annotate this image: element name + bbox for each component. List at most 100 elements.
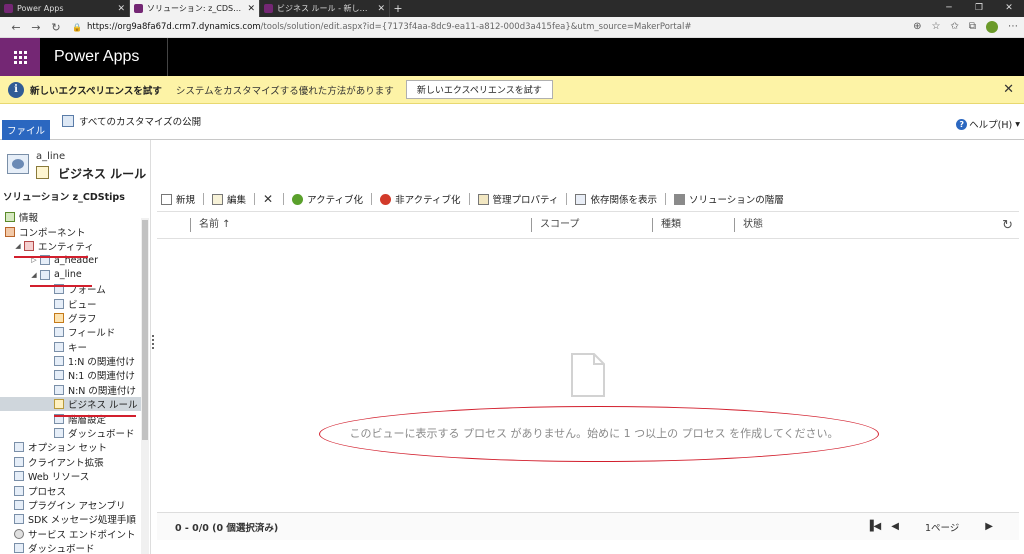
first-page-icon[interactable]: ▐◀	[866, 521, 881, 532]
tree-item-dashboards[interactable]: ダッシュボード	[0, 541, 141, 554]
tree-item-a-line[interactable]: ◢ a_line	[0, 268, 141, 282]
tree-item-label: サービス エンドポイント	[28, 529, 136, 541]
business-rule-icon	[36, 166, 49, 179]
help-menu[interactable]: ? ヘルプ(H) ▾	[956, 117, 1020, 131]
dashboard-icon	[14, 543, 24, 554]
app-launcher-waffle-icon[interactable]	[0, 38, 40, 76]
toolbar-separator	[468, 193, 470, 205]
tree-item-sdk-steps[interactable]: SDK メッセージ処理手順	[0, 512, 141, 526]
tree-item-label: 階層設定	[68, 414, 107, 426]
notice-message: システムをカスタマイズする優れた方法があります	[175, 85, 394, 97]
properties-icon	[477, 193, 489, 205]
address-bar: ← → ↻ 🔒 https://org9a8fa67d.crm7.dynamic…	[0, 17, 1024, 38]
toolbar-separator	[566, 193, 568, 205]
annotation-underline-entities	[14, 256, 88, 258]
tree-item-label: オプション セット	[28, 443, 108, 455]
tree-item-charts[interactable]: グラフ	[0, 311, 141, 325]
restore-icon[interactable]: ❐	[964, 0, 994, 17]
collapse-triangle-icon[interactable]: ◢	[30, 271, 38, 279]
tree-item-fields[interactable]: フィールド	[0, 325, 141, 339]
column-header-scope[interactable]: スコープ	[531, 218, 579, 232]
tree-item-plugin-assemblies[interactable]: プラグイン アセンブリ	[0, 498, 141, 512]
properties-label: 管理プロパティ	[492, 195, 559, 206]
tree-item-option-sets[interactable]: オプション セット	[0, 440, 141, 454]
favorites-icon[interactable]: ✩	[950, 21, 958, 33]
relationship-icon	[54, 384, 64, 395]
tree-item-processes[interactable]: プロセス	[0, 483, 141, 498]
tree-item-keys[interactable]: キー	[0, 340, 141, 354]
tab-title: ソリューション: z_CDStips - Microsoft	[147, 4, 244, 13]
column-header-type[interactable]: 種類	[652, 218, 681, 232]
url-field[interactable]: 🔒 https://org9a8fa67d.crm7.dynamics.com /…	[72, 22, 691, 32]
tree-item-label: エンティティ	[38, 241, 94, 253]
header-divider	[167, 38, 169, 76]
more-icon[interactable]: ⋯	[1008, 21, 1018, 33]
next-page-icon[interactable]: ▶	[985, 521, 993, 532]
tree-item-service-endpoints[interactable]: サービス エンドポイント	[0, 527, 141, 541]
tab-close-icon[interactable]: ✕	[247, 4, 255, 14]
tree-item-client-extensions[interactable]: クライアント拡張	[0, 455, 141, 469]
tree-item-nn-relationships[interactable]: N:N の関連付け	[0, 383, 141, 397]
previous-page-icon[interactable]: ◀	[891, 521, 899, 532]
refresh-icon[interactable]: ↻	[46, 21, 66, 34]
entity-name: a_line	[36, 151, 66, 162]
tree-item-n1-relationships[interactable]: N:1 の関連付け	[0, 368, 141, 382]
pager: ▐◀ ◀ 1ページ ▶	[866, 520, 993, 534]
tab-close-icon[interactable]: ✕	[377, 4, 385, 14]
annotation-underline-business-rules	[54, 415, 136, 417]
pane-splitter-handle[interactable]	[152, 335, 155, 349]
tree-item-views[interactable]: ビュー	[0, 296, 141, 311]
tree-item-components[interactable]: コンポーネント	[0, 224, 141, 239]
collapse-triangle-icon[interactable]: ◢	[14, 242, 22, 250]
publish-icon	[62, 115, 74, 127]
browser-tab-solution[interactable]: ソリューション: z_CDStips - Microsoft ✕	[130, 0, 260, 17]
scrollbar-thumb[interactable]	[142, 220, 148, 440]
forward-arrow-icon[interactable]: →	[26, 21, 46, 34]
window-close-icon[interactable]: ✕	[994, 0, 1024, 17]
edit-button[interactable]: 編集	[208, 190, 250, 208]
tree-item-business-rules[interactable]: ビジネス ルール	[0, 397, 141, 412]
activate-button[interactable]: アクティブ化	[288, 190, 367, 208]
managed-properties-button[interactable]: 管理プロパティ	[474, 190, 563, 208]
browser-tab-power-apps[interactable]: Power Apps ✕	[0, 0, 130, 17]
tree-item-label: プロセス	[28, 486, 67, 498]
column-header-status[interactable]: 状態	[734, 218, 763, 232]
new-button[interactable]: 新規	[157, 190, 199, 208]
collections-icon[interactable]: ⧉	[969, 21, 976, 33]
new-tab-icon[interactable]: +	[390, 0, 406, 17]
delete-button[interactable]: ✕	[259, 190, 279, 208]
toolbar-separator	[203, 193, 205, 205]
tree-item-entity-dashboards[interactable]: ダッシュボード	[0, 426, 141, 440]
process-icon	[14, 485, 24, 496]
tree-item-label: N:N の関連付け	[68, 385, 136, 397]
tree-item-hierarchy[interactable]: 階層設定	[0, 411, 141, 426]
tree-item-web-resources[interactable]: Web リソース	[0, 469, 141, 483]
dependencies-label: 依存関係を表示	[590, 195, 657, 206]
tree-item-label: ダッシュボード	[28, 544, 95, 554]
notice-close-icon[interactable]: ✕	[1003, 82, 1014, 97]
profile-avatar[interactable]	[986, 21, 998, 33]
tree-item-entities[interactable]: ◢ エンティティ	[0, 239, 141, 253]
back-arrow-icon[interactable]: ←	[6, 21, 26, 34]
tab-close-icon[interactable]: ✕	[117, 4, 125, 14]
solution-layers-button[interactable]: ソリューションの階層	[670, 190, 788, 208]
minimize-icon[interactable]: ─	[934, 0, 964, 17]
deactivate-button[interactable]: 非アクティブ化	[376, 190, 464, 208]
key-icon	[54, 341, 64, 352]
tree-item-1n-relationships[interactable]: 1:N の関連付け	[0, 354, 141, 368]
zoom-icon[interactable]: ⊕	[913, 21, 921, 33]
browser-tab-bar: Power Apps ✕ ソリューション: z_CDStips - Micros…	[0, 0, 1024, 17]
tree-item-label: キー	[68, 342, 88, 354]
column-header-name[interactable]: 名前 ↑	[190, 218, 231, 232]
tree-item-label: 1:N の関連付け	[68, 357, 135, 369]
browser-tab-business-rule[interactable]: ビジネス ルール - 新しいルール - Micr ✕	[260, 0, 390, 17]
show-dependencies-button[interactable]: 依存関係を表示	[571, 190, 661, 208]
file-tab[interactable]: ファイル	[2, 120, 50, 140]
refresh-grid-icon[interactable]: ↻	[1002, 218, 1013, 233]
app-title[interactable]: Power Apps	[54, 48, 139, 66]
sidebar-scrollbar[interactable]	[141, 218, 149, 554]
tree-item-info[interactable]: 情報	[0, 210, 141, 224]
favorite-star-icon[interactable]: ☆	[932, 21, 941, 33]
try-new-experience-button[interactable]: 新しいエクスペリエンスを試す	[405, 80, 553, 99]
publish-all-button[interactable]: すべてのカスタマイズの公開	[62, 114, 201, 128]
